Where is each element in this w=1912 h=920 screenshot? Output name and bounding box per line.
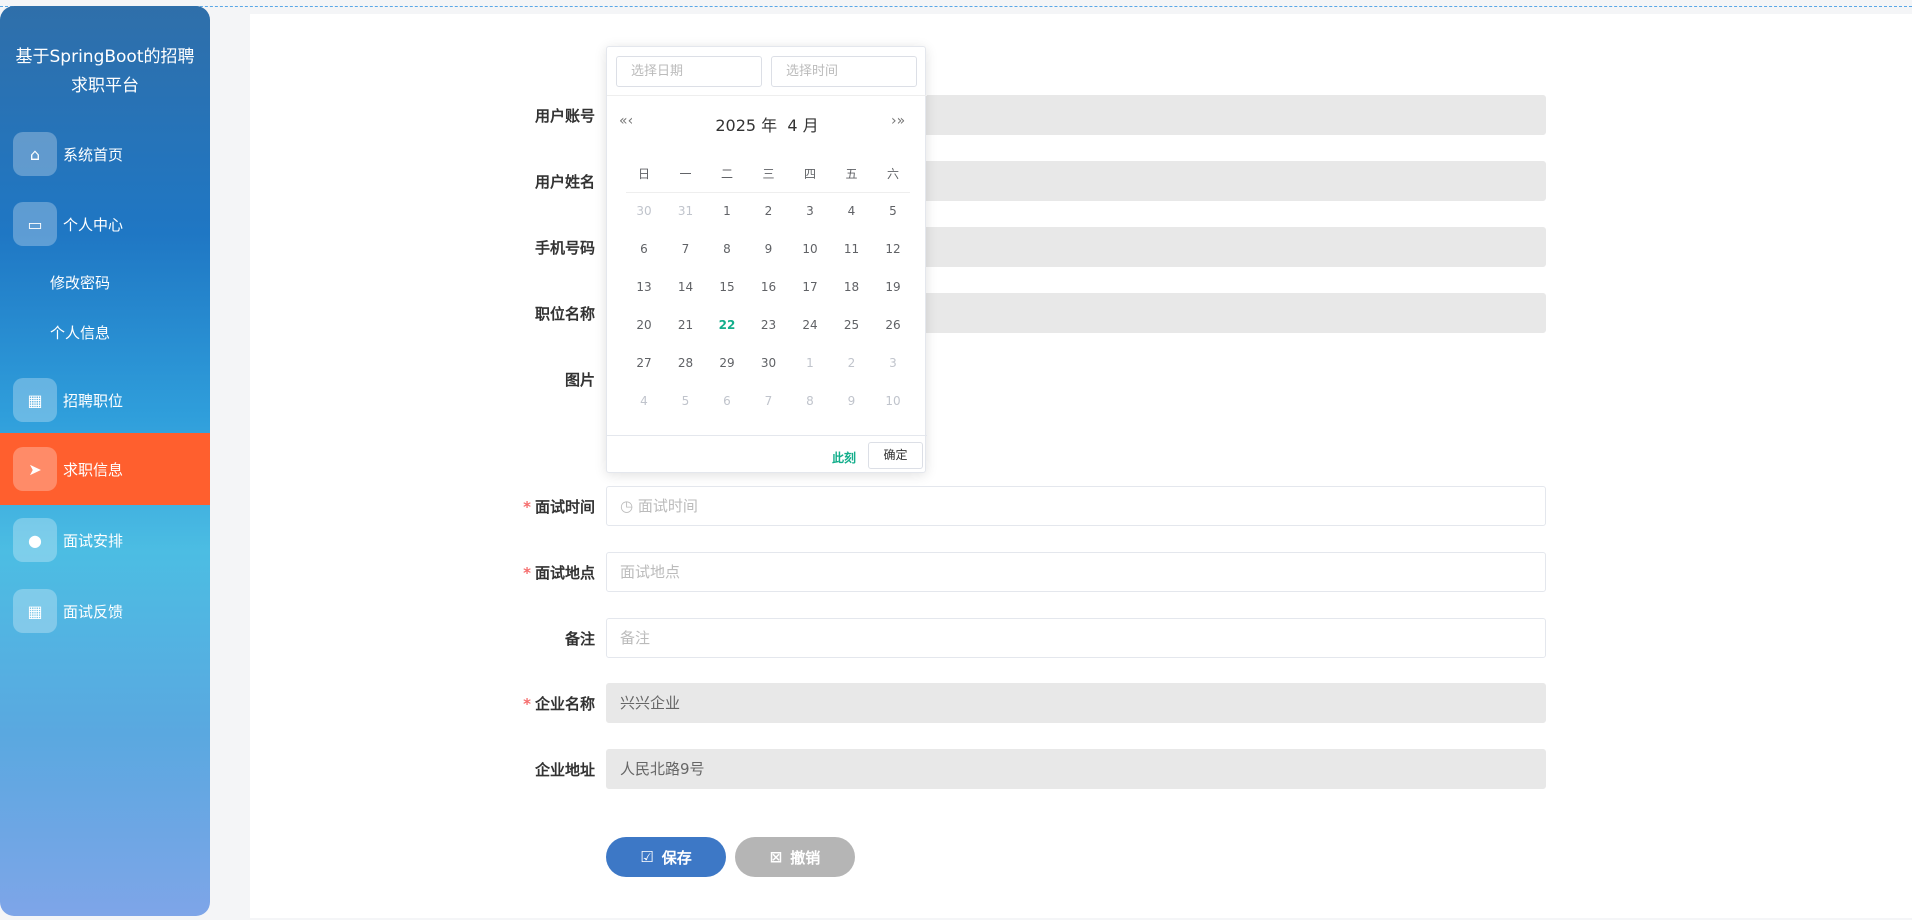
day-cell[interactable]: 31 [666,204,706,218]
save-button[interactable]: ☑ 保存 [606,837,726,877]
day-cell[interactable]: 22 [707,318,747,332]
send-icon: ➤ [13,447,57,491]
field-label: 备注 [564,630,595,648]
grid-icon: ▦ [13,589,57,633]
day-cell[interactable]: 7 [749,394,789,408]
confirm-button[interactable]: 确定 [868,442,923,469]
day-cell[interactable]: 30 [624,204,664,218]
day-cell[interactable]: 12 [873,242,913,256]
day-cell[interactable]: 16 [749,280,789,294]
footer-divider [607,435,927,436]
day-cell[interactable]: 5 [666,394,706,408]
nav-personal-info[interactable]: 个人信息 [50,322,110,343]
card-icon: ▭ [13,202,57,246]
day-cell[interactable]: 6 [624,242,664,256]
now-button[interactable]: 此刻 [832,449,856,466]
field-label: 图片 [564,371,595,389]
edit-icon: ☑ [640,848,654,866]
day-cell[interactable]: 14 [666,280,706,294]
day-cell[interactable]: 23 [749,318,789,332]
weekday-header: 五 [845,167,858,181]
field-input[interactable]: 面试地点 [606,552,1546,592]
day-cell[interactable]: 19 [873,280,913,294]
field-input: 兴兴企业 [606,683,1546,723]
datetime-picker: 选择日期 选择时间 «‹ ›» 2025 年 4 月 日一二三四五六 30 31 1 2… [606,46,927,473]
day-cell[interactable]: 13 [624,280,664,294]
day-cell[interactable]: 8 [790,394,830,408]
weekday-divider [626,192,910,193]
nav-change-password[interactable]: 修改密码 [50,272,110,293]
field-input: 人民北路9号 [606,749,1546,789]
sidebar: 基于SpringBoot的招聘 求职平台 ⌂ 系统首页 ▭ 个人中心 修改密码 个人… [0,6,210,916]
clock-icon: ◷ [620,497,638,515]
day-cell[interactable]: 25 [832,318,872,332]
day-cell[interactable]: 26 [873,318,913,332]
day-cell[interactable]: 8 [707,242,747,256]
day-cell[interactable]: 3 [873,356,913,370]
day-cell[interactable]: 11 [832,242,872,256]
day-cell[interactable]: 21 [666,318,706,332]
nav-interview-feedback[interactable]: ▦ 面试反馈 [0,585,210,637]
required-mark: * [523,564,531,582]
date-input[interactable]: 选择日期 [616,56,762,87]
weekday-header: 二 [720,167,733,181]
day-cell[interactable]: 1 [790,356,830,370]
cancel-button[interactable]: ⊠ 撤销 [735,837,855,877]
nav-personal-center[interactable]: ▭ 个人中心 [0,198,210,250]
grid-icon: ▦ [13,378,57,422]
time-input[interactable]: 选择时间 [771,56,917,87]
field-label: 职位名称 [534,305,595,323]
field-label: * 面试时间 [523,498,595,516]
user-icon: ● [13,518,57,562]
day-cell[interactable]: 27 [624,356,664,370]
day-cell[interactable]: 17 [790,280,830,294]
day-cell[interactable]: 2 [832,356,872,370]
day-cell[interactable]: 15 [707,280,747,294]
day-cell[interactable]: 6 [707,394,747,408]
nav-interview-schedule[interactable]: ● 面试安排 [0,514,210,566]
cancel-icon: ⊠ [769,848,783,866]
top-divider [0,6,1912,7]
day-cell[interactable]: 7 [666,242,706,256]
day-cell[interactable]: 20 [624,318,664,332]
required-mark: * [523,695,531,713]
day-cell[interactable]: 1 [707,204,747,218]
current-month: 2025 年 4 月 [715,116,819,135]
field-label: 用户姓名 [534,173,595,191]
day-cell[interactable]: 10 [790,242,830,256]
required-mark: * [523,498,531,516]
divider [607,95,927,96]
home-icon: ⌂ [13,132,57,176]
weekday-header: 三 [762,167,775,181]
day-cell[interactable]: 4 [624,394,664,408]
nav-job-seeking[interactable]: ➤ 求职信息 [0,433,210,505]
day-cell[interactable]: 29 [707,356,747,370]
weekday-header: 四 [803,167,816,181]
field-input[interactable]: ◷ 面试时间 [606,486,1546,526]
app-title: 基于SpringBoot的招聘 [15,47,195,67]
nav-home[interactable]: ⌂ 系统首页 [0,128,210,180]
nav-job-positions[interactable]: ▦ 招聘职位 [0,374,210,426]
field-input[interactable]: 备注 [606,618,1546,658]
app-title-2: 求职平台 [71,76,139,96]
day-cell[interactable]: 3 [790,204,830,218]
day-cell[interactable]: 9 [832,394,872,408]
weekday-header: 一 [679,167,692,181]
day-cell[interactable]: 5 [873,204,913,218]
field-label: * 面试地点 [523,564,595,582]
day-cell[interactable]: 2 [749,204,789,218]
weekday-header: 六 [886,167,899,181]
day-cell[interactable]: 9 [749,242,789,256]
field-label: 企业地址 [534,761,595,779]
day-cell[interactable]: 10 [873,394,913,408]
field-label: 手机号码 [534,239,595,257]
day-cell[interactable]: 18 [832,280,872,294]
day-cell[interactable]: 24 [790,318,830,332]
field-label: * 企业名称 [523,695,595,713]
weekday-header: 日 [637,167,650,181]
day-cell[interactable]: 4 [832,204,872,218]
field-label: 用户账号 [534,107,595,125]
day-cell[interactable]: 28 [666,356,706,370]
day-cell[interactable]: 30 [749,356,789,370]
